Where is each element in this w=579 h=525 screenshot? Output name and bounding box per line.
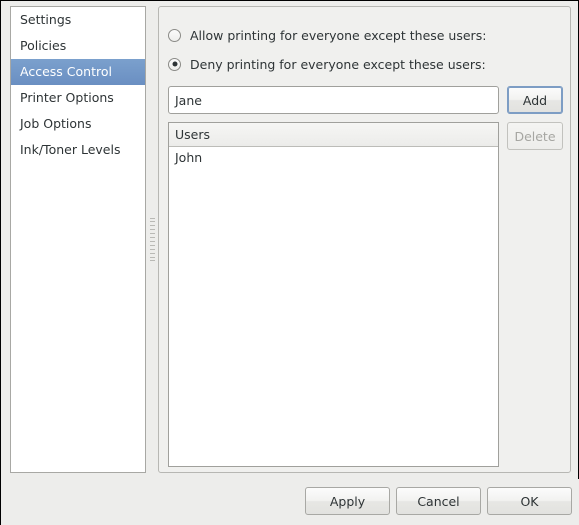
add-button-label: Add [522,92,548,108]
deny-printing-radio-row[interactable]: Deny printing for everyone except these … [168,54,486,74]
sidebar-item-label: Access Control [20,64,112,79]
access-control-panel: Allow printing for everyone except these… [158,6,571,473]
user-name-input-value: Jane [175,92,202,108]
sidebar-item-label: Policies [20,38,67,53]
settings-category-list[interactable]: Settings Policies Access Control Printer… [10,6,146,473]
properties-dialog: Settings Policies Access Control Printer… [0,0,579,525]
add-user-button[interactable]: Add [507,86,563,114]
users-list[interactable]: Users John [168,122,499,467]
pane-splitter[interactable] [148,6,157,473]
sidebar-item-printer-options[interactable]: Printer Options [11,85,145,111]
users-column-label: Users [175,127,211,142]
ok-button[interactable]: OK [487,487,572,515]
delete-user-button[interactable]: Delete [507,122,563,150]
cancel-button-label: Cancel [417,493,460,509]
sidebar-item-label: Settings [20,12,72,27]
deny-printing-label: Deny printing for everyone except these … [190,56,486,72]
radio-deny-icon[interactable] [168,57,181,71]
user-name-input[interactable]: Jane [168,86,499,114]
sidebar-item-access-control[interactable]: Access Control [11,59,145,85]
radio-allow-icon[interactable] [168,28,181,42]
delete-button-label: Delete [514,128,556,144]
apply-button-label: Apply [329,493,366,509]
list-item-label: John [175,150,203,165]
allow-printing-label: Allow printing for everyone except these… [190,27,487,43]
sidebar-item-label: Job Options [20,116,92,131]
dialog-action-bar: Apply Cancel OK [1,479,579,525]
splitter-grip-icon [150,217,155,262]
cancel-button[interactable]: Cancel [396,487,481,515]
paned-container: Settings Policies Access Control Printer… [1,1,579,479]
sidebar-item-label: Ink/Toner Levels [20,142,121,157]
ok-button-label: OK [520,493,539,509]
sidebar-item-job-options[interactable]: Job Options [11,111,145,137]
list-item[interactable]: John [169,147,498,169]
allow-printing-radio-row[interactable]: Allow printing for everyone except these… [168,25,486,45]
sidebar-item-ink-toner-levels[interactable]: Ink/Toner Levels [11,137,145,163]
sidebar-item-policies[interactable]: Policies [11,33,145,59]
sidebar-item-settings[interactable]: Settings [11,7,145,33]
users-list-column-header[interactable]: Users [169,123,498,147]
apply-button[interactable]: Apply [305,487,390,515]
sidebar-item-label: Printer Options [20,90,114,105]
